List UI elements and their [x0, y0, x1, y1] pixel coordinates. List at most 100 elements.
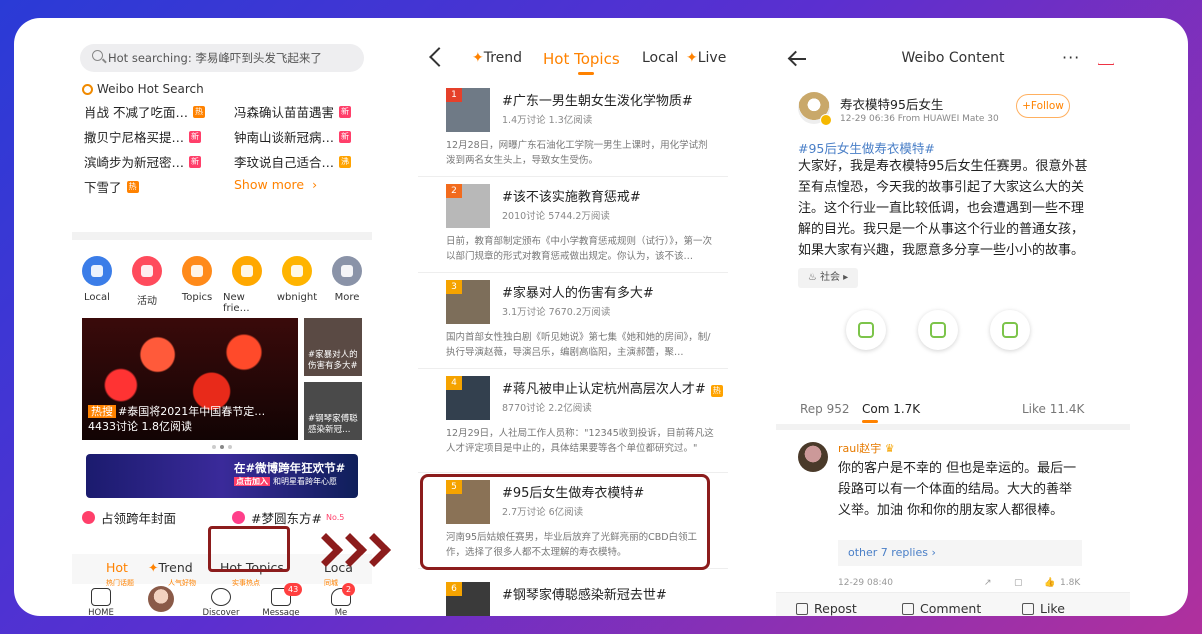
shortcut-label: New frie… — [223, 292, 250, 314]
highlight-hot-topics-tab — [208, 526, 290, 572]
comment-text: 你的客户是不幸的 但也是幸运的。最后一段路可以有一个体面的结局。大大的善举 义举… — [838, 461, 1077, 518]
show-more-link[interactable]: Show more › — [234, 177, 317, 192]
hot-search-item[interactable]: 肖战 不减了吃面… 热 — [84, 102, 205, 121]
back-icon[interactable] — [429, 47, 449, 67]
topics-shortcut[interactable]: Topics — [173, 256, 221, 314]
hot-search-text: 肖战 不减了吃面… — [84, 105, 188, 120]
other-replies-link[interactable]: other 7 replies › — [838, 540, 1082, 566]
tab-me[interactable]: 2 Me — [316, 583, 366, 616]
side-thumb[interactable]: #家暴对人的伤害有多大# — [304, 318, 362, 376]
new-badge: 新 — [339, 105, 352, 118]
verified-badge-icon — [820, 114, 832, 126]
featured-banner[interactable]: 热搜 #泰国将2021年中国春节定… 4433讨论 1.8亿阅读 — [82, 318, 298, 440]
vip-icon: ♛ — [881, 442, 895, 455]
rank-badge: 6 — [446, 582, 462, 596]
topic-row[interactable]: 4 #蒋凡被申止认定杭州高层次人才# 热 8770讨论 2.2亿阅读 12月29日… — [418, 368, 728, 473]
topic-row[interactable]: 3 #家暴对人的伤害有多大# 3.1万讨论 7670.2万阅读 国内首部女性独白… — [418, 272, 728, 369]
hot-search-item[interactable]: 下雪了 热 — [84, 177, 139, 196]
nav-local[interactable]: Local — [642, 50, 678, 66]
new-badge: 新 — [189, 130, 202, 143]
tab-reposts[interactable]: Rep 952 — [800, 402, 850, 416]
more-shortcut[interactable]: More — [323, 256, 371, 314]
comment-button[interactable]: Comment — [902, 601, 981, 616]
new-badge: 新 — [339, 130, 352, 143]
tab-trend[interactable]: ✦Trend — [148, 560, 193, 575]
chevron-right-icon: › — [312, 177, 318, 192]
hot-search-item[interactable]: 钟南山谈新冠病… 新 — [234, 127, 352, 146]
promo-sub-text: 和明星看跨年心愿 — [273, 477, 337, 486]
activity-shortcut[interactable]: 活动 — [123, 256, 171, 314]
home-icon — [91, 588, 111, 606]
hot-search-item[interactable]: 冯森确认苗苗遇害 新 — [234, 102, 352, 121]
hot-search-item[interactable]: 滨崎步为新冠密… 新 — [84, 152, 202, 171]
commenter-avatar[interactable] — [798, 442, 828, 472]
rank-badge: 2 — [446, 184, 462, 198]
poster-name[interactable]: 寿衣模特95后女生 — [840, 94, 943, 113]
like-button[interactable]: Like — [1022, 601, 1065, 616]
rank-badge: 4 — [446, 376, 462, 390]
commenter-name[interactable]: raul赵宇 ♛ — [838, 440, 895, 456]
topic-desc: 12月28日，网曝广东石油化工学院一男生上课时，用化学试剂泼到两名女生头上，导致… — [446, 140, 708, 166]
banner-tag: 热搜 — [88, 405, 116, 418]
repost-button[interactable]: Repost — [796, 601, 857, 616]
tab-discover-label: Discover — [202, 608, 240, 616]
share-moments-icon[interactable] — [918, 310, 958, 350]
local-shortcut[interactable]: Local — [73, 256, 121, 314]
follow-button[interactable]: +Follow — [1016, 94, 1070, 118]
tab-home[interactable]: HOME — [76, 586, 126, 616]
topic-link[interactable]: #梦圆东方# No.5 — [232, 508, 344, 527]
crown-icon — [282, 256, 312, 286]
side-thumb[interactable]: #钢琴家傅聪感染新冠… — [304, 382, 362, 440]
more-options-icon[interactable]: ··· — [1062, 48, 1080, 67]
reply-icon[interactable]: ▢ — [1014, 578, 1023, 588]
repost-icon[interactable]: ↗ — [984, 578, 992, 588]
topic-row[interactable]: 6 #钢琴家傅聪感染新冠去世# — [418, 574, 728, 616]
screenshot-card: Hot searching: 李易峰吓到头发飞起来了 Weibo Hot Sea… — [14, 18, 1188, 616]
repost-label: Repost — [814, 601, 857, 616]
active-tab-underline — [862, 420, 878, 423]
topic-label: #梦圆东方# — [251, 511, 322, 526]
topics-icon — [182, 256, 212, 286]
comment-footer: 12-29 08:40 ↗ ▢ 👍 1.8K — [838, 578, 1082, 588]
topic-title: #广东一男生朝女生泼化学物质# — [502, 94, 693, 109]
fire-icon: ♨ — [807, 272, 820, 283]
tab-discover[interactable]: Discover — [196, 586, 246, 616]
message-count-badge: 43 — [284, 583, 303, 596]
chevron-right-icon: › — [927, 546, 936, 559]
category-chip[interactable]: ♨ 社会 ▸ — [798, 268, 858, 288]
tab-likes[interactable]: Like 11.4K — [1022, 402, 1084, 416]
boiling-badge: 沸 — [339, 155, 352, 168]
me-count-badge: 2 — [342, 583, 356, 596]
quick-icons-row: Local 活动 Topics New frie… wbnight More — [72, 256, 372, 314]
promo-sub: 点击加入 和明星看跨年心愿 — [234, 476, 337, 487]
search-bar[interactable]: Hot searching: 李易峰吓到头发飞起来了 — [80, 44, 364, 72]
shortcut-label: More — [334, 292, 360, 303]
nav-live[interactable]: ✦Live — [686, 50, 726, 66]
wbnight-shortcut[interactable]: wbnight — [273, 256, 321, 314]
hot-search-item[interactable]: 李玟说自己适合… 沸 — [234, 152, 352, 171]
promo-banner[interactable]: 在#微博跨年狂欢节# 点击加入 和明星看跨年心愿 — [86, 454, 358, 498]
comment-label: Comment — [920, 601, 982, 616]
avatar — [148, 586, 174, 612]
banner-caption: 热搜 #泰国将2021年中国春节定… 4433讨论 1.8亿阅读 — [88, 404, 265, 434]
topic-row[interactable]: 2 #该不该实施教育惩戒# 2010讨论 5744.2万阅读 日前，教育部制定颁… — [418, 176, 728, 273]
tab-comments[interactable]: Com 1.7K — [862, 402, 920, 416]
hot-search-item[interactable]: 撒贝宁尼格买提… 新 — [84, 127, 202, 146]
new-friends-shortcut[interactable]: New frie… — [223, 256, 271, 314]
hot-search-text: 冯森确认苗苗遇害 — [234, 105, 335, 120]
post-hashtag[interactable]: #95后女生做寿衣模特# — [798, 138, 935, 157]
rank-label: No.5 — [325, 513, 345, 522]
topic-link[interactable]: 占领跨年封面 — [82, 508, 176, 527]
nav-trend[interactable]: ✦Trend — [472, 50, 522, 66]
tab-message[interactable]: 43 Message — [256, 583, 306, 616]
topic-row[interactable]: 1 #广东一男生朝女生泼化学物质# 1.4万讨论 1.3亿阅读 12月28日，网… — [418, 80, 728, 177]
highlight-topic-5 — [420, 474, 710, 570]
like-icon — [1022, 602, 1034, 615]
tab-hot[interactable]: Hot — [106, 560, 128, 575]
like-icon[interactable]: 👍 — [1044, 578, 1055, 588]
nav-hot-topics[interactable]: Hot Topics — [543, 50, 620, 68]
share-save-icon[interactable] — [990, 310, 1030, 350]
tab-profile-shortcut[interactable] — [136, 586, 186, 612]
share-wechat-icon[interactable] — [846, 310, 886, 350]
category-label: 社会 — [819, 272, 840, 283]
